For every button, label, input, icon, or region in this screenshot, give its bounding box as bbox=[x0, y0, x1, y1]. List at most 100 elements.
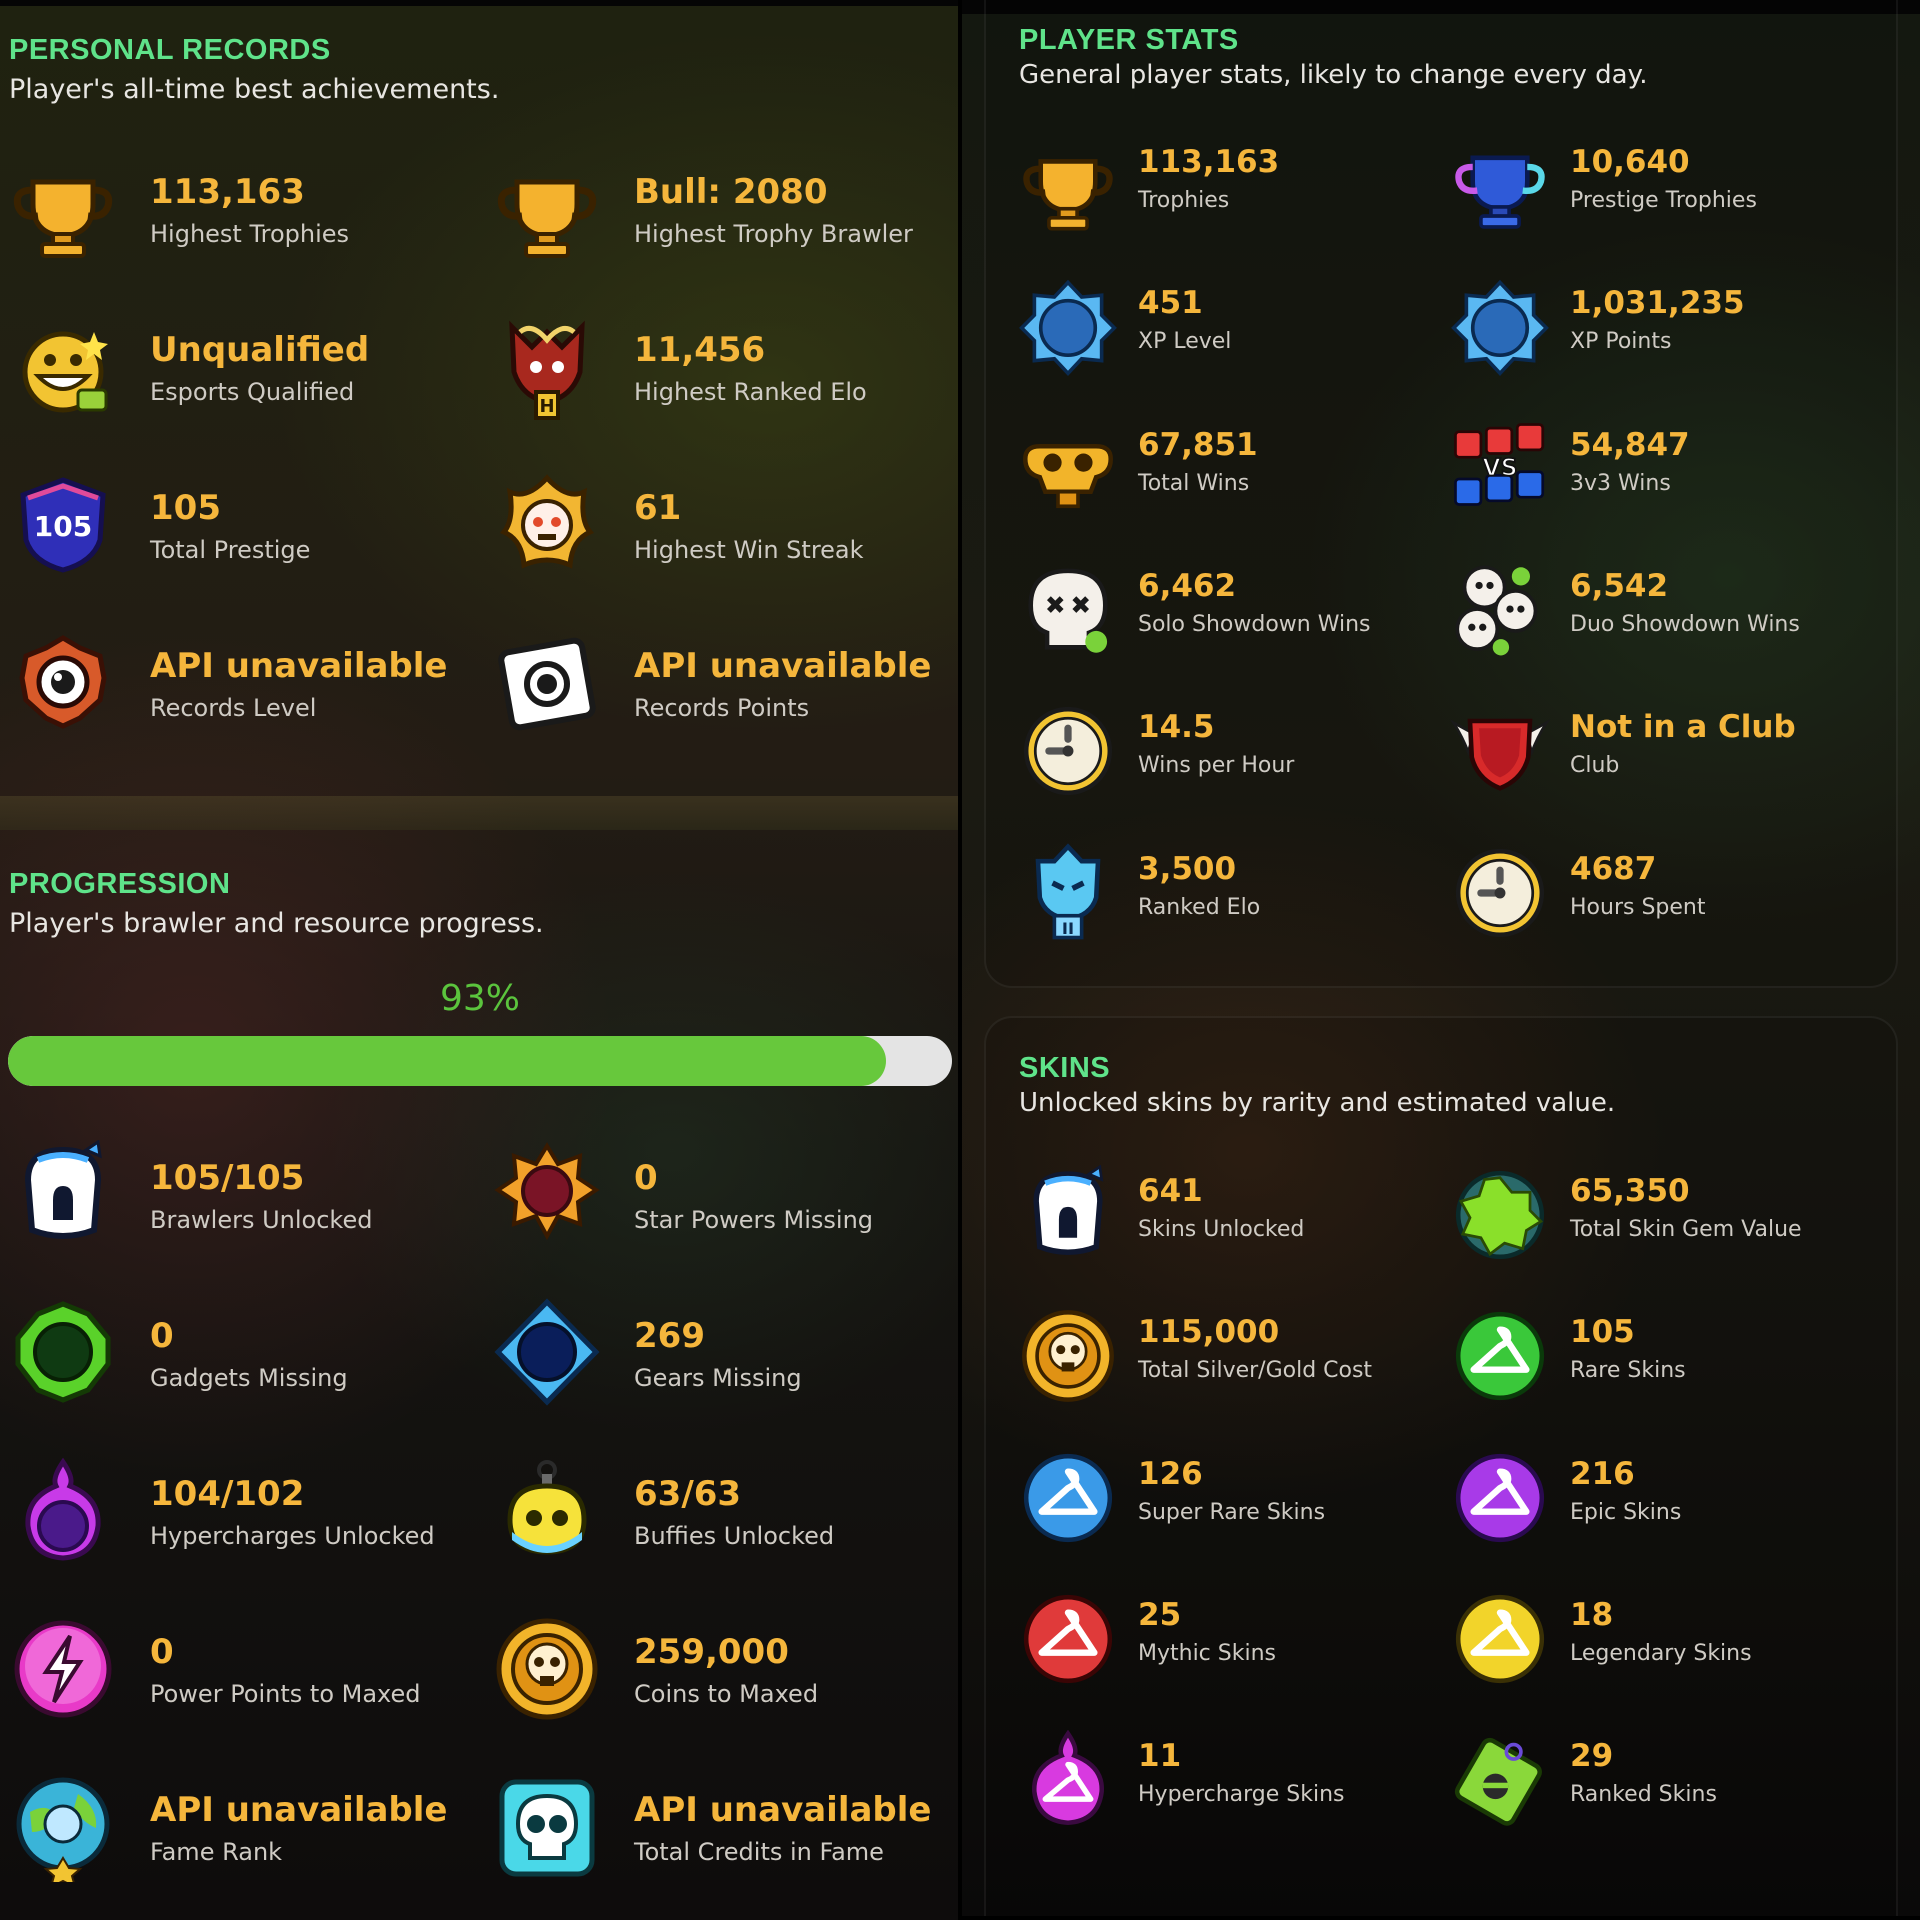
brawler-lock-icon bbox=[1018, 1165, 1118, 1265]
stat-label: Highest Trophies bbox=[150, 220, 350, 248]
stat-label: Trophies bbox=[1138, 188, 1230, 213]
stat-label: Wins per Hour bbox=[1138, 753, 1295, 778]
stat-value: API unavailable bbox=[150, 646, 448, 686]
hanger-yellow-icon bbox=[1450, 1589, 1550, 1689]
progress-percent: 93% bbox=[439, 978, 520, 1019]
svg-text:H: H bbox=[539, 396, 554, 417]
stat-value: 269 bbox=[634, 1316, 705, 1356]
section-subtitle-player-stats: General player stats, likely to change e… bbox=[1019, 60, 1648, 90]
stat-label: Total Silver/Gold Cost bbox=[1138, 1358, 1373, 1383]
stat-label: Gears Missing bbox=[634, 1364, 802, 1392]
stat-value: Bull: 2080 bbox=[634, 172, 828, 212]
trophy-icon bbox=[492, 154, 602, 264]
coin-icon bbox=[492, 1614, 602, 1724]
svg-text:II: II bbox=[1062, 919, 1074, 938]
stat-value: 61 bbox=[634, 488, 682, 528]
stat-label: Legendary Skins bbox=[1570, 1641, 1752, 1666]
stat-value: 14.5 bbox=[1138, 709, 1215, 745]
stat-value: 18 bbox=[1570, 1597, 1614, 1633]
prestige-trophy-icon bbox=[1450, 136, 1550, 236]
ranked-demon-icon: H bbox=[492, 312, 602, 422]
stat-value: 641 bbox=[1138, 1173, 1203, 1209]
trophy-icon bbox=[1018, 136, 1118, 236]
stat-label: Esports Qualified bbox=[150, 378, 355, 406]
bottom-edge bbox=[960, 1916, 1920, 1920]
ranked-diamond-icon: II bbox=[1018, 843, 1118, 943]
top-bar bbox=[0, 0, 960, 6]
trophy-icon bbox=[8, 154, 118, 264]
section-title-progression: PROGRESSION bbox=[9, 868, 231, 900]
gear-diamond-icon bbox=[492, 1298, 602, 1408]
prestige-badge-icon: 105 bbox=[8, 470, 118, 580]
hanger-blue-icon bbox=[1018, 1448, 1118, 1548]
stat-label: Power Points to Maxed bbox=[150, 1680, 421, 1708]
stat-value: 11,456 bbox=[634, 330, 766, 370]
stat-value: 104/102 bbox=[150, 1474, 305, 1514]
stat-value: 451 bbox=[1138, 285, 1203, 321]
stat-value: 10,640 bbox=[1570, 144, 1690, 180]
stat-value: 4687 bbox=[1570, 851, 1657, 887]
hanger-hypercharge-icon bbox=[1018, 1730, 1118, 1830]
stat-label: Mythic Skins bbox=[1138, 1641, 1276, 1666]
stat-label: Hypercharges Unlocked bbox=[150, 1522, 435, 1550]
stat-value: 63/63 bbox=[634, 1474, 742, 1514]
stat-label: Star Powers Missing bbox=[634, 1206, 874, 1234]
stat-label: Gadgets Missing bbox=[150, 1364, 348, 1392]
stat-value: 25 bbox=[1138, 1597, 1182, 1633]
stat-value: 0 bbox=[634, 1158, 658, 1198]
stat-value: 113,163 bbox=[1138, 144, 1280, 180]
stat-label: Rare Skins bbox=[1570, 1358, 1686, 1383]
stat-value: 259,000 bbox=[634, 1632, 789, 1672]
stat-label: Records Level bbox=[150, 694, 317, 722]
stat-label: Hypercharge Skins bbox=[1138, 1782, 1345, 1807]
stat-label: Epic Skins bbox=[1570, 1500, 1682, 1525]
stat-value: 0 bbox=[150, 1316, 174, 1356]
stat-label: Super Rare Skins bbox=[1138, 1500, 1326, 1525]
stat-value: 113,163 bbox=[150, 172, 305, 212]
stat-value: Not in a Club bbox=[1570, 709, 1796, 745]
section-title-skins: SKINS bbox=[1019, 1052, 1111, 1084]
star-power-icon bbox=[492, 1140, 602, 1250]
player-stats-card bbox=[984, 0, 1898, 988]
credits-skull-icon bbox=[492, 1772, 602, 1882]
ranked-tag-icon bbox=[1450, 1730, 1550, 1830]
section-title-player-stats: PLAYER STATS bbox=[1019, 24, 1239, 56]
fame-globe-icon bbox=[8, 1772, 118, 1882]
gem-icon bbox=[1450, 1165, 1550, 1265]
stat-label: Skins Unlocked bbox=[1138, 1217, 1305, 1242]
stat-label: Ranked Elo bbox=[1138, 895, 1261, 920]
stat-value: 105/105 bbox=[150, 1158, 305, 1198]
stat-label: Total Wins bbox=[1138, 471, 1250, 496]
stat-value: 1,031,235 bbox=[1570, 285, 1745, 321]
stat-label: Records Points bbox=[634, 694, 810, 722]
duo-skull-icon bbox=[1450, 560, 1550, 660]
section-subtitle-skins: Unlocked skins by rarity and estimated v… bbox=[1019, 1088, 1616, 1118]
svg-text:VS: VS bbox=[1482, 453, 1517, 481]
stat-value: 216 bbox=[1570, 1456, 1635, 1492]
stat-label: Highest Trophy Brawler bbox=[634, 220, 913, 248]
xp-star-icon bbox=[1450, 277, 1550, 377]
vs-icon: VS bbox=[1450, 419, 1550, 519]
stat-label: Club bbox=[1570, 753, 1620, 778]
stat-label: Prestige Trophies bbox=[1570, 188, 1757, 213]
stat-label: Highest Win Streak bbox=[634, 536, 864, 564]
stat-value: 115,000 bbox=[1138, 1314, 1280, 1350]
section-divider bbox=[0, 796, 960, 830]
section-subtitle-personal-records: Player's all-time best achievements. bbox=[9, 74, 500, 105]
wins-skull-icon bbox=[1018, 419, 1118, 519]
club-shield-icon bbox=[1450, 701, 1550, 801]
stat-label: Duo Showdown Wins bbox=[1570, 612, 1800, 637]
stat-value: API unavailable bbox=[634, 1790, 932, 1830]
stat-label: Ranked Skins bbox=[1570, 1782, 1717, 1807]
stat-value: 29 bbox=[1570, 1738, 1614, 1774]
stat-label: Solo Showdown Wins bbox=[1138, 612, 1371, 637]
stat-label: Buffies Unlocked bbox=[634, 1522, 835, 1550]
hanger-purple-icon bbox=[1450, 1448, 1550, 1548]
xp-star-icon bbox=[1018, 277, 1118, 377]
stat-value: 126 bbox=[1138, 1456, 1203, 1492]
stat-label: Coins to Maxed bbox=[634, 1680, 819, 1708]
stat-value: 105 bbox=[150, 488, 221, 528]
solo-skull-icon bbox=[1018, 560, 1118, 660]
section-subtitle-progression: Player's brawler and resource progress. bbox=[9, 908, 544, 939]
svg-text:105: 105 bbox=[34, 510, 92, 543]
